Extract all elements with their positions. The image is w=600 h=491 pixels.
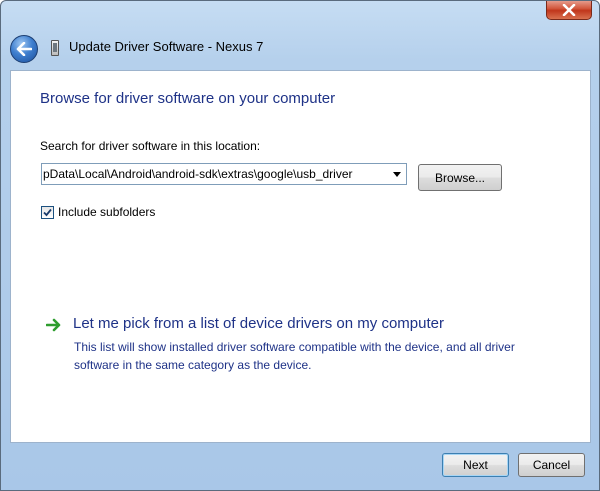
next-button[interactable]: Next (442, 453, 509, 477)
checkmark-icon (43, 208, 52, 216)
browse-button[interactable]: Browse... (418, 164, 502, 191)
chevron-down-icon (393, 171, 401, 177)
dropdown-button[interactable] (388, 164, 406, 184)
device-icon (51, 40, 59, 56)
include-subfolders-checkbox[interactable] (41, 205, 54, 219)
close-button[interactable] (546, 1, 592, 20)
green-arrow-icon (46, 318, 61, 332)
cancel-button[interactable]: Cancel (518, 453, 585, 477)
search-location-value[interactable]: pData\Local\Android\android-sdk\extras\g… (42, 167, 388, 181)
close-icon (562, 3, 576, 16)
search-location-combobox[interactable]: pData\Local\Android\android-sdk\extras\g… (41, 163, 407, 185)
update-driver-window: Update Driver Software - Nexus 7 Browse … (0, 0, 600, 491)
include-subfolders-label: Include subfolders (58, 205, 156, 219)
page-heading: Browse for driver software on your compu… (40, 90, 336, 107)
back-button[interactable] (10, 35, 38, 63)
back-arrow-icon (16, 42, 32, 56)
window-title: Update Driver Software - Nexus 7 (69, 39, 264, 54)
content-panel: Browse for driver software on your compu… (10, 70, 591, 443)
include-subfolders-row[interactable]: Include subfolders (41, 205, 155, 219)
pick-from-list-description: This list will show installed driver sof… (74, 340, 515, 372)
pick-from-list-link[interactable]: Let me pick from a list of device driver… (73, 315, 444, 332)
search-location-label: Search for driver software in this locat… (40, 139, 261, 153)
